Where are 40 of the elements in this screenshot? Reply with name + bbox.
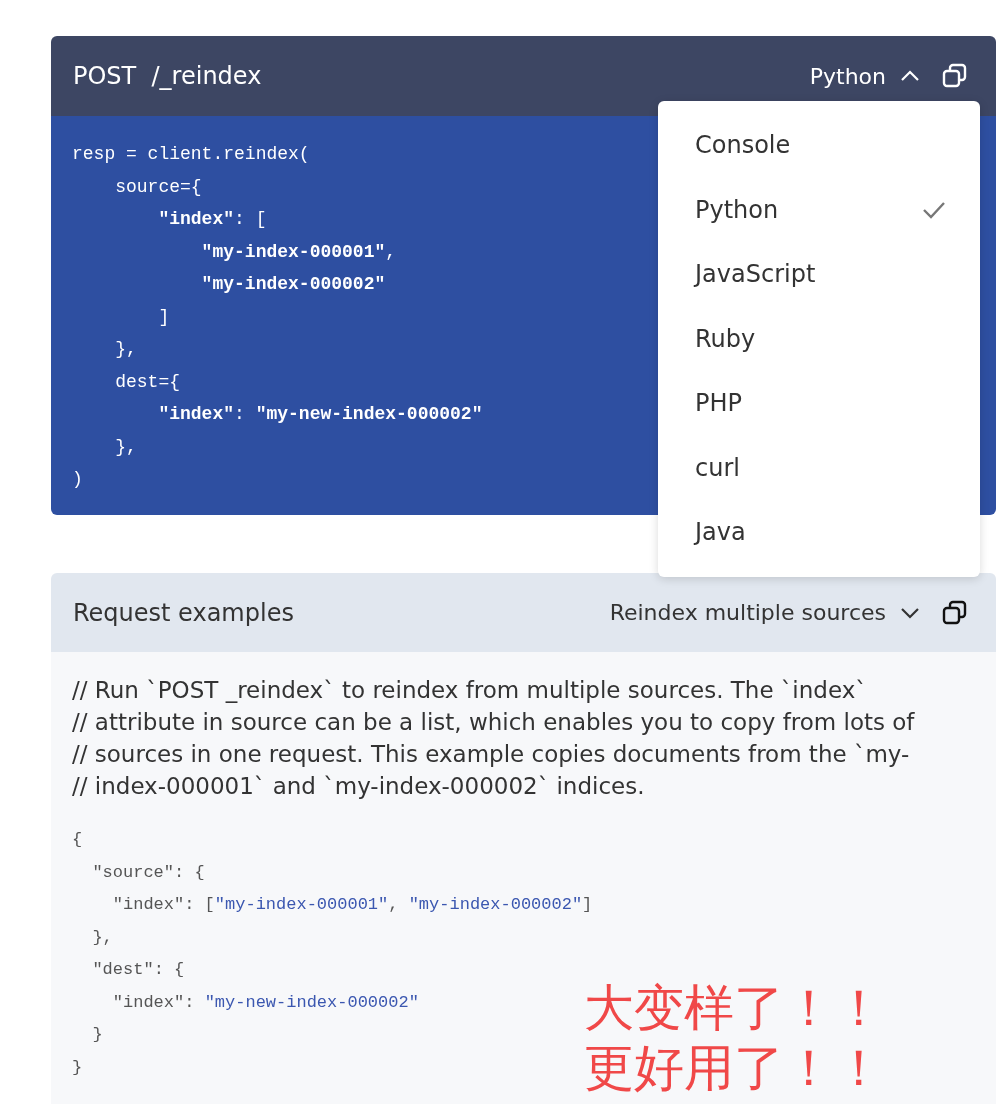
code-line: "my-index-000001", [200, 240, 397, 264]
comment-line: // index-000001` and `my-index-000002` indices. [72, 772, 645, 801]
example-selector[interactable]: Reindex multiple sources [609, 600, 920, 625]
language-option[interactable]: Python [658, 177, 980, 242]
code-line: "dest": { [91, 959, 185, 981]
code-line: "index": "my-new-index-000002" [157, 403, 483, 426]
code-line: "index": "my-new-index-000002" [111, 991, 419, 1014]
code-line: "my-index-000002" [200, 273, 386, 296]
code-line: ) [72, 468, 83, 491]
code-line: } [91, 1024, 103, 1046]
annotation-text: 大变样了！！ [584, 978, 884, 1038]
language-option[interactable]: JavaScript [658, 242, 980, 307]
copy-button[interactable] [942, 599, 968, 626]
copy-button[interactable] [942, 63, 968, 89]
language-option[interactable]: Console [658, 113, 980, 178]
language-option[interactable]: curl [658, 435, 980, 500]
code-line: source={ [114, 175, 202, 199]
comment-line: // sources in one request. This example copies documents from the `my- [72, 740, 910, 769]
code-line: } [72, 1056, 83, 1079]
comment-line: // attribute in source can be a list, which enables you to copy from lots of [72, 708, 915, 737]
chevron-down-icon[interactable] [900, 606, 920, 619]
code-line: "source": { [91, 861, 205, 884]
code-line: dest={ [114, 370, 181, 394]
language-selector[interactable]: Python [809, 63, 920, 89]
code-line: "index": [ [157, 208, 267, 231]
code-line: resp = client.reindex( [72, 143, 310, 166]
code-line: }, [114, 338, 137, 361]
language-option[interactable]: Java [658, 500, 980, 565]
request-title: POST /_reindex [73, 62, 263, 90]
chevron-up-icon[interactable] [900, 70, 920, 82]
section-title: Request examples [73, 598, 295, 627]
code-line: ] [157, 305, 170, 329]
comment-line: // Run `POST _reindex` to reindex from multiple sources. The `index` [72, 676, 867, 705]
language-option[interactable]: Ruby [658, 306, 980, 371]
code-line: }, [91, 926, 113, 949]
annotation-text: 更好用了！！ [584, 1038, 884, 1098]
code-line: "index": ["my-index-000001", "my-index-000002"] [111, 894, 593, 916]
code-line: { [72, 829, 83, 851]
language-option[interactable]: PHP [658, 371, 980, 436]
code-line: }, [114, 435, 137, 459]
